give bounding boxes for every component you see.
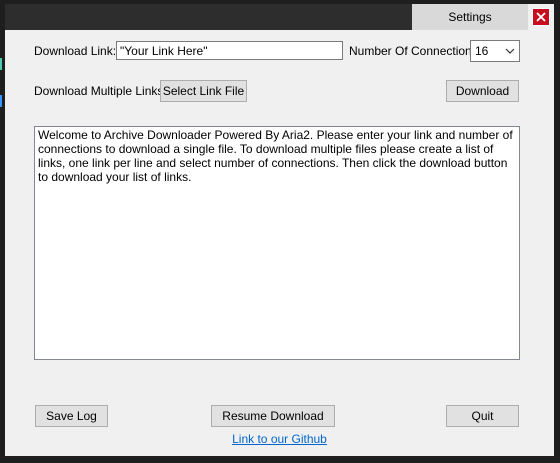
resume-download-button[interactable]: Resume Download xyxy=(211,405,335,427)
close-button[interactable] xyxy=(532,8,550,26)
connections-select[interactable]: 16 xyxy=(470,40,520,62)
title-bar-dark-region xyxy=(5,4,412,30)
close-icon xyxy=(536,12,546,22)
title-bar: Settings xyxy=(5,4,554,30)
download-link-label: Download Link: xyxy=(34,44,117,58)
connections-label: Number Of Connections: xyxy=(349,44,482,58)
connections-select-value: 16 xyxy=(475,44,489,58)
log-textarea[interactable]: Welcome to Archive Downloader Powered By… xyxy=(34,126,520,360)
save-log-button[interactable]: Save Log xyxy=(35,405,108,427)
background-code-marker xyxy=(0,58,3,70)
background-code-marker xyxy=(0,95,3,107)
select-link-file-button[interactable]: Select Link File xyxy=(160,80,247,102)
download-button[interactable]: Download xyxy=(446,80,519,102)
github-link[interactable]: Link to our Github xyxy=(5,432,554,446)
tab-settings[interactable]: Settings xyxy=(412,4,528,30)
multiple-links-label: Download Multiple Links xyxy=(34,84,164,98)
chevron-down-icon xyxy=(505,48,515,54)
app-window: Settings Download Link: Number Of Connec… xyxy=(5,4,554,456)
download-link-input[interactable] xyxy=(116,41,343,60)
quit-button[interactable]: Quit xyxy=(446,405,519,427)
